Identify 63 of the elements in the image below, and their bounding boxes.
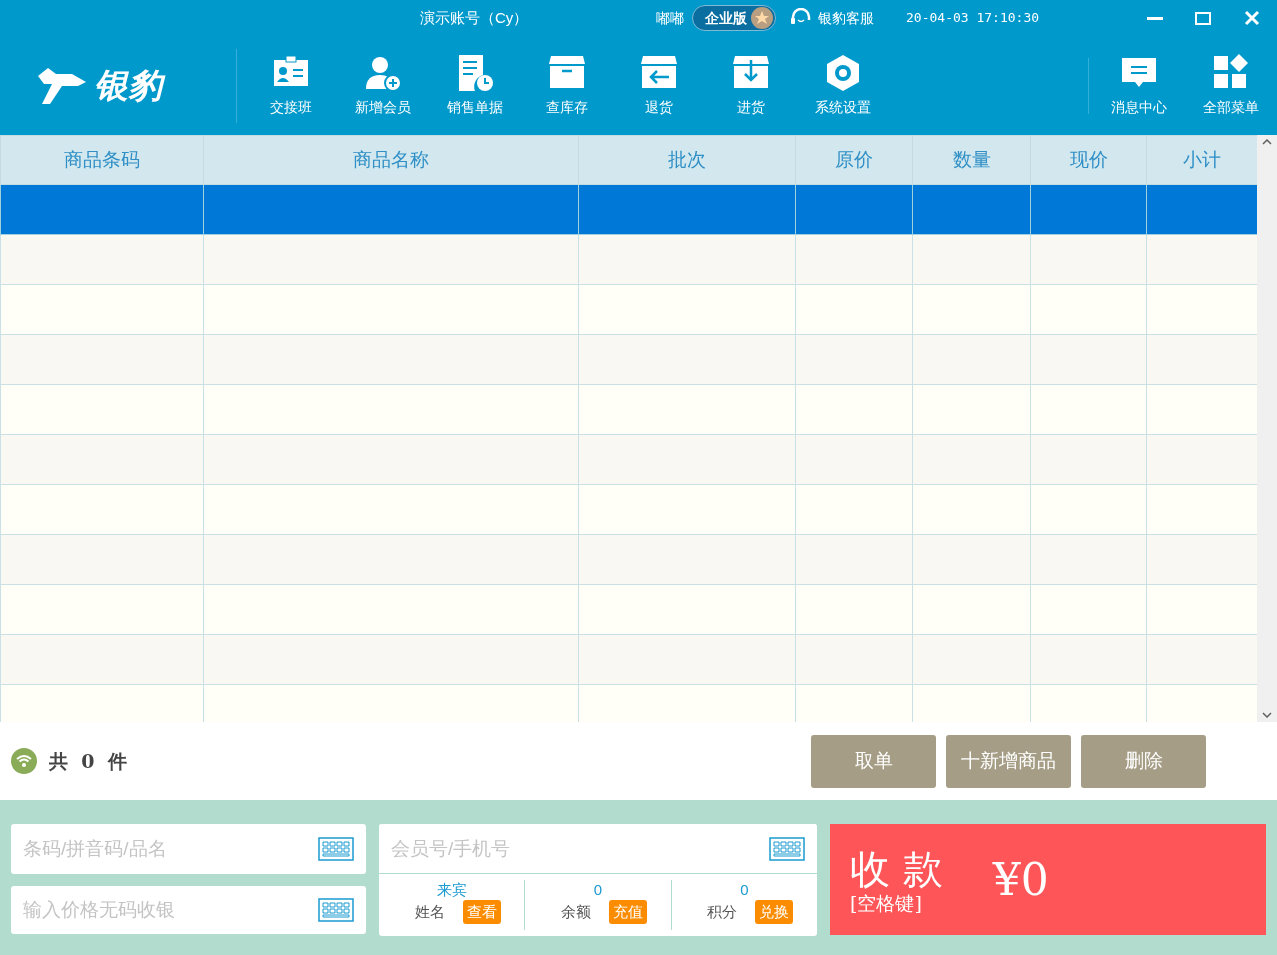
- column-header: 批次: [578, 135, 796, 185]
- table-row[interactable]: [0, 334, 1257, 385]
- checkout-title: 收 款: [850, 845, 943, 892]
- table-row[interactable]: [0, 634, 1257, 685]
- scroll-up-icon[interactable]: [1262, 139, 1272, 145]
- total-amount: ¥0: [992, 852, 1049, 907]
- scrollbar[interactable]: [1257, 135, 1277, 722]
- toolbar-button[interactable]: 消息中心: [1093, 45, 1185, 126]
- column-header: 商品条码: [0, 135, 204, 185]
- table-row[interactable]: [0, 234, 1257, 285]
- keyboard-icon[interactable]: [318, 898, 354, 922]
- toolbar-button[interactable]: 全部菜单: [1185, 45, 1277, 126]
- member-stat-label: 积分: [707, 901, 738, 922]
- toolbar-button[interactable]: 退货: [613, 45, 705, 126]
- toolbar-button[interactable]: 进货: [705, 45, 797, 126]
- member-stat-value: 来宾: [436, 880, 467, 900]
- column-header: 商品名称: [203, 135, 579, 185]
- table-row[interactable]: [0, 434, 1257, 485]
- table-row[interactable]: [0, 534, 1257, 585]
- scroll-down-icon[interactable]: [1262, 712, 1272, 718]
- wifi-icon: [11, 748, 37, 774]
- user-name: 嘟嘟: [656, 8, 684, 28]
- box-return-icon: [639, 53, 679, 91]
- datetime: 20-04-03 17:10:30: [906, 9, 1040, 28]
- toolbar-button[interactable]: 系统设置: [797, 45, 889, 126]
- column-header: 现价: [1030, 135, 1147, 185]
- member-stat-value: 0: [593, 880, 603, 900]
- member-action-button[interactable]: 兑换: [755, 900, 794, 924]
- member-action-button[interactable]: 查看: [462, 900, 501, 924]
- table-row[interactable]: [0, 284, 1257, 335]
- box-download-icon: [731, 53, 771, 91]
- action-button[interactable]: 删除: [1081, 734, 1206, 788]
- item-count: 共 0 件: [49, 748, 127, 774]
- table-row[interactable]: [0, 584, 1257, 635]
- grid-icon: [1211, 53, 1251, 91]
- toolbar-button[interactable]: 销售单据: [429, 45, 521, 126]
- action-button[interactable]: 十新增商品: [946, 734, 1071, 788]
- keyboard-icon[interactable]: [769, 836, 805, 861]
- maximize-icon: [1195, 11, 1211, 25]
- table-row[interactable]: [0, 384, 1257, 435]
- toolbar-button[interactable]: 查库存: [521, 45, 613, 126]
- toolbar-button[interactable]: 新增会员: [337, 45, 429, 126]
- minimize-icon: [1147, 16, 1163, 20]
- action-button[interactable]: 取单: [811, 734, 936, 788]
- table-row[interactable]: [0, 484, 1257, 535]
- toolbar-button[interactable]: 交接班: [245, 45, 337, 126]
- account-name: 演示账号（Cy）: [420, 7, 530, 28]
- support-button[interactable]: 银豹客服: [790, 7, 874, 29]
- member-stat-label: 余额: [561, 901, 591, 922]
- member-stat-label: 姓名: [414, 901, 445, 922]
- table-row[interactable]: [0, 184, 1257, 235]
- keyboard-icon[interactable]: [318, 837, 354, 861]
- table-row[interactable]: [0, 684, 1257, 722]
- checkout-button[interactable]: 收 款 [空格键] ¥0: [830, 824, 1266, 935]
- spacebar-hint: [空格键]: [850, 891, 922, 914]
- member-stat-value: 0: [740, 880, 749, 900]
- member-action-button[interactable]: 充值: [609, 900, 647, 924]
- close-icon: [1244, 10, 1260, 26]
- column-header: 原价: [795, 135, 913, 185]
- logo: 银豹: [0, 45, 236, 126]
- edition-badge: 企业版: [692, 5, 776, 31]
- column-header: 数量: [912, 135, 1031, 185]
- box-icon: [547, 53, 587, 91]
